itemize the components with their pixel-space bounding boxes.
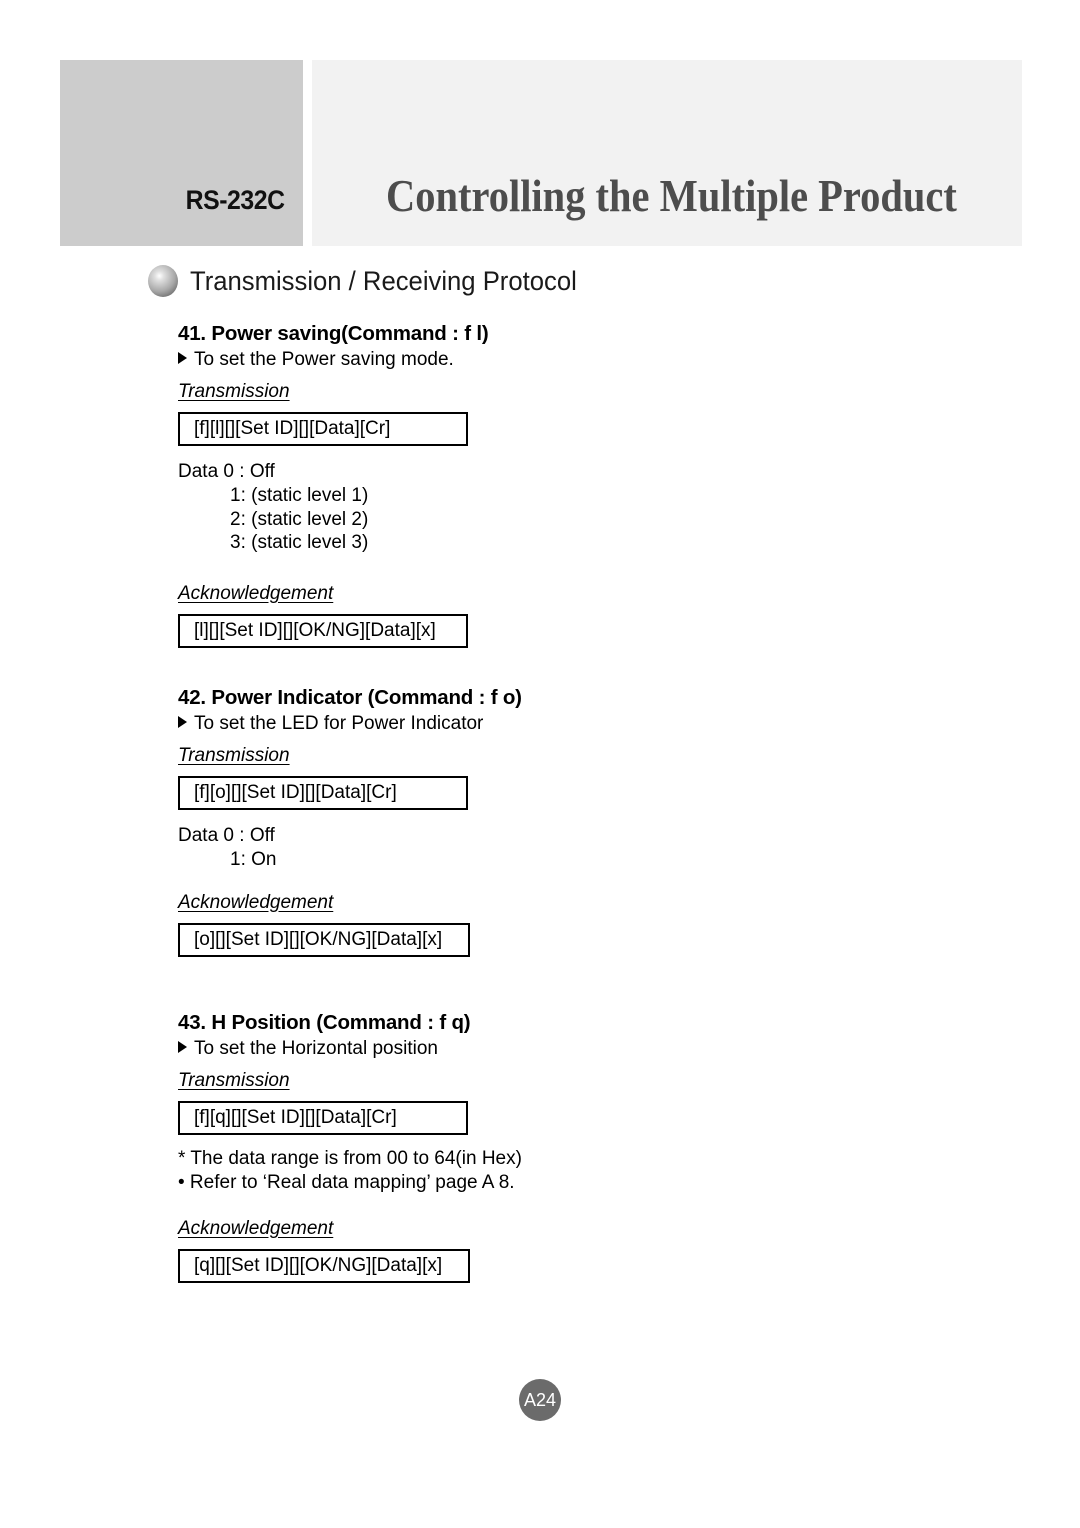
data-line: Data 0 : Off: [178, 461, 275, 482]
data-line: 3: (static level 3): [230, 532, 369, 554]
document-content: 41. Power saving(Command : f l) To set t…: [178, 322, 878, 1295]
transmission-label: Transmission: [178, 745, 290, 766]
note-line: • Refer to ‘Real data mapping’ page A 8.: [178, 1172, 515, 1194]
data-line: 1: (static level 1): [230, 484, 369, 506]
section-description: To set the LED for Power Indicator: [178, 713, 878, 735]
section-h-position: 43. H Position (Command : f q) To set th…: [178, 1011, 878, 1283]
acknowledgement-label: Acknowledgement: [178, 1217, 334, 1239]
data-values-block: Data 0 : Off 1: On: [178, 824, 878, 872]
data-values-block: Data 0 : Off 1: (static level 1) 2: (sta…: [178, 460, 878, 555]
section-description-text: To set the LED for Power Indicator: [194, 713, 484, 734]
acknowledgement-label: Acknowledgement: [178, 583, 334, 604]
page-title: Controlling the Multiple Product: [386, 170, 957, 221]
transmission-command-box: [f][q][][Set ID][][Data][Cr]: [178, 1100, 468, 1135]
triangle-bullet-icon: [178, 716, 187, 728]
acknowledgement-command-box: [o][][Set ID][][OK/NG][Data][x]: [178, 922, 470, 957]
section-title: 42. Power Indicator (Command : f o): [178, 686, 522, 709]
page-header: RS-232C Controlling the Multiple Product: [0, 60, 1080, 246]
section-description: To set the Horizontal position: [178, 1038, 878, 1060]
page-number-badge: A24: [519, 1379, 561, 1421]
transmission-label: Transmission: [178, 1069, 290, 1091]
header-tab-label: RS-232C: [186, 185, 285, 215]
protocol-heading-label: Transmission / Receiving Protocol: [190, 265, 577, 296]
transmission-command-box: [f][l][][Set ID][][Data][Cr]: [178, 412, 468, 446]
protocol-heading: Transmission / Receiving Protocol: [148, 265, 597, 297]
section-description: To set the Power saving mode.: [178, 349, 878, 371]
header-tab-rs232c: RS-232C: [60, 60, 303, 246]
section-power-indicator: 42. Power Indicator (Command : f o) To s…: [178, 686, 878, 957]
section-description-text: To set the Power saving mode.: [194, 349, 454, 370]
data-line: 1: On: [230, 848, 277, 870]
section-power-saving: 41. Power saving(Command : f l) To set t…: [178, 322, 878, 648]
acknowledgement-label: Acknowledgement: [178, 891, 334, 913]
data-line: Data 0 : Off: [178, 825, 275, 846]
section-title: 41. Power saving(Command : f l): [178, 322, 489, 345]
transmission-label: Transmission: [178, 381, 290, 402]
triangle-bullet-icon: [178, 352, 187, 364]
header-title-panel: Controlling the Multiple Product: [312, 60, 1022, 246]
data-line: 2: (static level 2): [230, 508, 369, 530]
section-description-text: To set the Horizontal position: [194, 1037, 438, 1059]
acknowledgement-command-box: [q][][Set ID][][OK/NG][Data][x]: [178, 1248, 470, 1283]
triangle-bullet-icon: [178, 1040, 187, 1053]
notes-block: * The data range is from 00 to 64(in Hex…: [178, 1147, 878, 1196]
section-title: 43. H Position (Command : f q): [178, 1010, 471, 1034]
note-line: * The data range is from 00 to 64(in Hex…: [178, 1147, 522, 1169]
transmission-command-box: [f][o][][Set ID][][Data][Cr]: [178, 776, 468, 810]
acknowledgement-command-box: [l][][Set ID][][OK/NG][Data][x]: [178, 614, 468, 648]
sphere-bullet-icon: [148, 265, 178, 297]
